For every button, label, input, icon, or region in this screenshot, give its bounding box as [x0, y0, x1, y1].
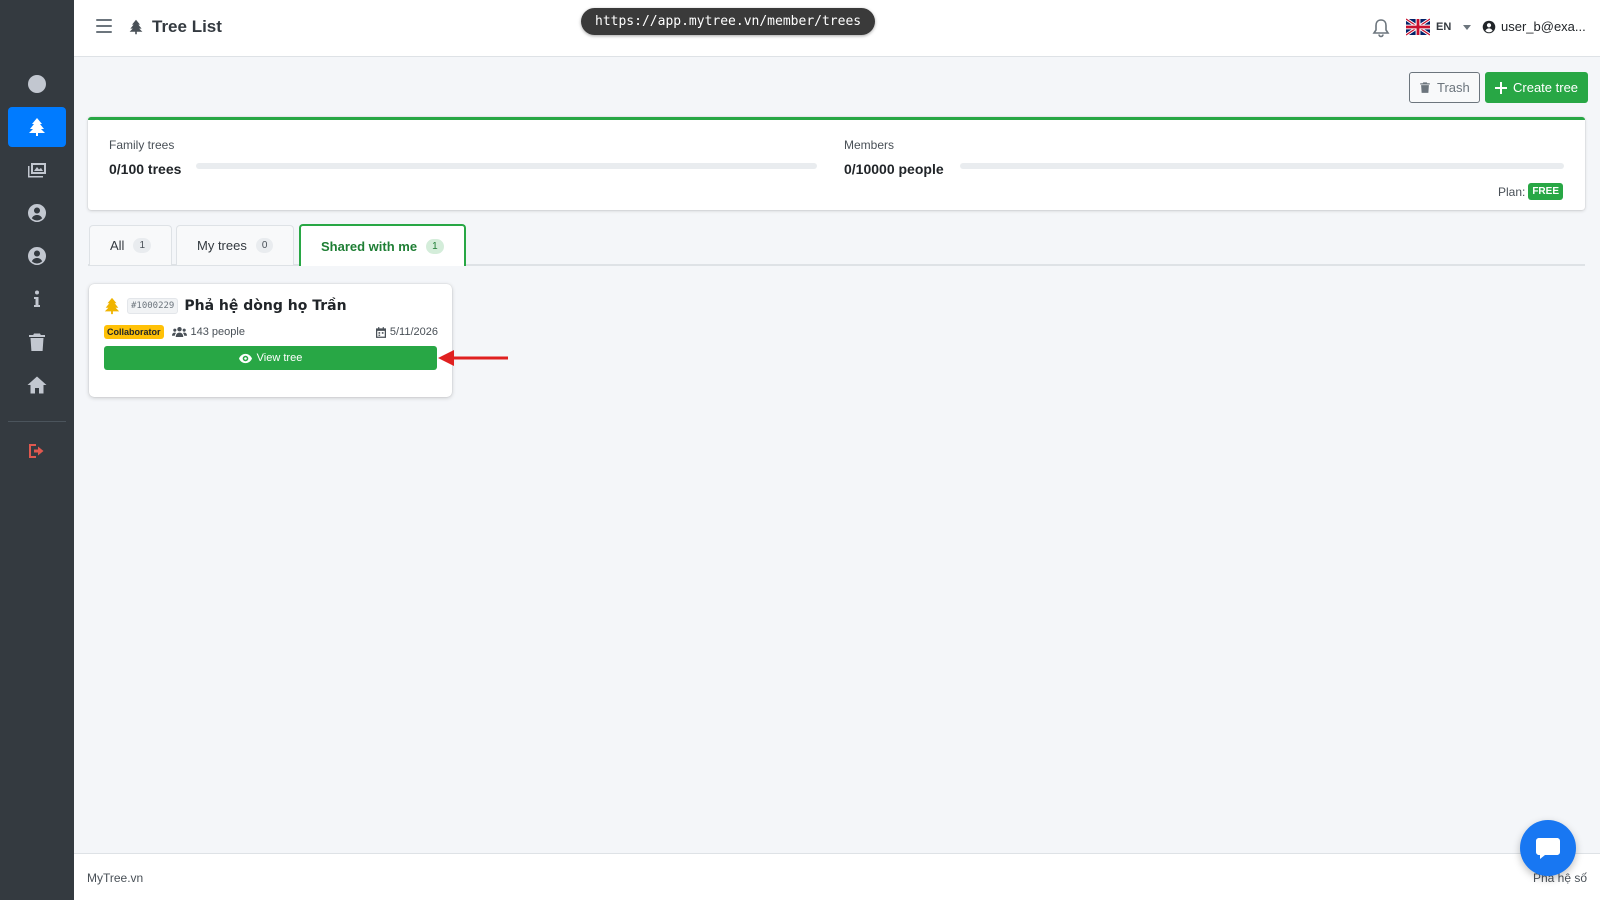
annotation-arrow-icon: [438, 350, 508, 366]
page-title: Tree List: [152, 17, 222, 36]
page-title-group: Tree List: [128, 17, 222, 37]
sidebar-item-account[interactable]: [8, 236, 66, 276]
user-circle-icon: [28, 247, 47, 265]
tab-count-badge: 0: [255, 238, 274, 253]
user-circle-icon: [28, 204, 47, 222]
user-circle-icon: [1482, 20, 1496, 33]
calendar-icon: [375, 326, 386, 338]
create-tree-button[interactable]: Create tree: [1485, 72, 1589, 103]
uk-flag-icon: [1406, 18, 1430, 36]
sidebar-divider: [8, 421, 66, 422]
members-value: 0/10000 people: [844, 161, 944, 177]
members-label: Members: [844, 138, 895, 152]
trash-icon: [1420, 82, 1430, 93]
tab-my-trees[interactable]: My trees 0: [176, 225, 295, 265]
language-selector[interactable]: EN: [1406, 18, 1472, 36]
family-trees-label: Family trees: [109, 138, 175, 152]
tree-date-label: 5/11/2026: [389, 326, 438, 338]
family-trees-stat: Family trees 0/100 trees: [109, 138, 181, 177]
menu-toggle-icon[interactable]: [96, 19, 112, 37]
sidebar-item-dashboard[interactable]: [8, 64, 66, 104]
tab-all[interactable]: All 1: [89, 225, 173, 265]
notifications-button[interactable]: [1372, 18, 1390, 38]
plus-icon: [1495, 81, 1507, 94]
sidebar-item-trash[interactable]: [8, 322, 66, 362]
tree-name: Phả hệ dòng họ Trần: [184, 298, 347, 314]
sidebar-item-logout[interactable]: [8, 431, 66, 471]
tree-icon: [129, 19, 143, 35]
tree-icon: [104, 297, 120, 315]
family-trees-value: 0/100 trees: [109, 161, 182, 177]
tab-label: All: [110, 238, 125, 253]
family-trees-progress: [196, 163, 817, 169]
plan-badge: FREE: [1528, 183, 1563, 200]
tree-card-header: #1000229 Phả hệ dòng họ Trần: [103, 296, 347, 316]
role-badge: Collaborator: [104, 325, 164, 339]
tree-date: 5/11/2026: [375, 326, 438, 338]
eye-icon: [238, 353, 252, 363]
sidebar-item-gallery[interactable]: [8, 150, 66, 190]
tree-card: #1000229 Phả hệ dòng họ Trần Collaborato…: [89, 284, 452, 397]
user-email: user_b@exa...: [1501, 19, 1586, 34]
circle-icon: [28, 75, 46, 93]
tree-icon: [29, 118, 45, 136]
chevron-down-icon: [1463, 24, 1472, 30]
sidebar-item-home[interactable]: [8, 365, 66, 405]
tab-count-badge: 1: [426, 238, 444, 254]
language-code: EN: [1436, 21, 1452, 33]
info-icon: [34, 290, 40, 307]
bell-icon: [1372, 19, 1390, 38]
tree-id: #1000229: [127, 298, 179, 314]
sidebar: [0, 0, 74, 900]
people-count-label: 143 people: [190, 326, 245, 338]
tab-count-badge: 1: [133, 238, 152, 253]
sidebar-item-profile[interactable]: [8, 193, 66, 233]
user-menu[interactable]: user_b@exa...: [1482, 19, 1586, 34]
tab-label: My trees: [197, 238, 247, 253]
footer-brand: MyTree.vn: [87, 871, 144, 885]
chat-button[interactable]: [1520, 820, 1576, 876]
view-tree-label: View tree: [256, 352, 303, 364]
plan-indicator: Plan: FREE: [1498, 183, 1563, 200]
images-icon: [28, 163, 46, 178]
trash-icon: [29, 333, 45, 351]
members-stat: Members 0/10000 people: [844, 138, 944, 177]
create-tree-label: Create tree: [1513, 80, 1579, 95]
home-icon: [27, 376, 47, 394]
footer: MyTree.vn Phả hệ số: [74, 853, 1600, 900]
logout-icon: [29, 444, 44, 458]
url-display: https://app.mytree.vn/member/trees: [581, 8, 876, 35]
sidebar-item-trees[interactable]: [8, 107, 66, 147]
tab-label: Shared with me: [321, 238, 418, 254]
users-icon: [171, 327, 187, 337]
tree-card-meta: Collaborator 143 people 5/11/2026: [104, 325, 438, 339]
sidebar-item-info[interactable]: [8, 279, 66, 319]
plan-label: Plan:: [1497, 184, 1526, 199]
members-progress: [960, 163, 1564, 169]
usage-stats-card: Family trees 0/100 trees Members 0/10000…: [88, 117, 1585, 210]
chat-bubble-icon: [1536, 838, 1560, 859]
trash-button-label: Trash: [1437, 80, 1470, 95]
tab-shared-with-me[interactable]: Shared with me 1: [299, 224, 466, 266]
view-tree-button[interactable]: View tree: [104, 346, 437, 370]
trash-button[interactable]: Trash: [1409, 72, 1480, 103]
people-count: 143 people: [171, 326, 245, 338]
